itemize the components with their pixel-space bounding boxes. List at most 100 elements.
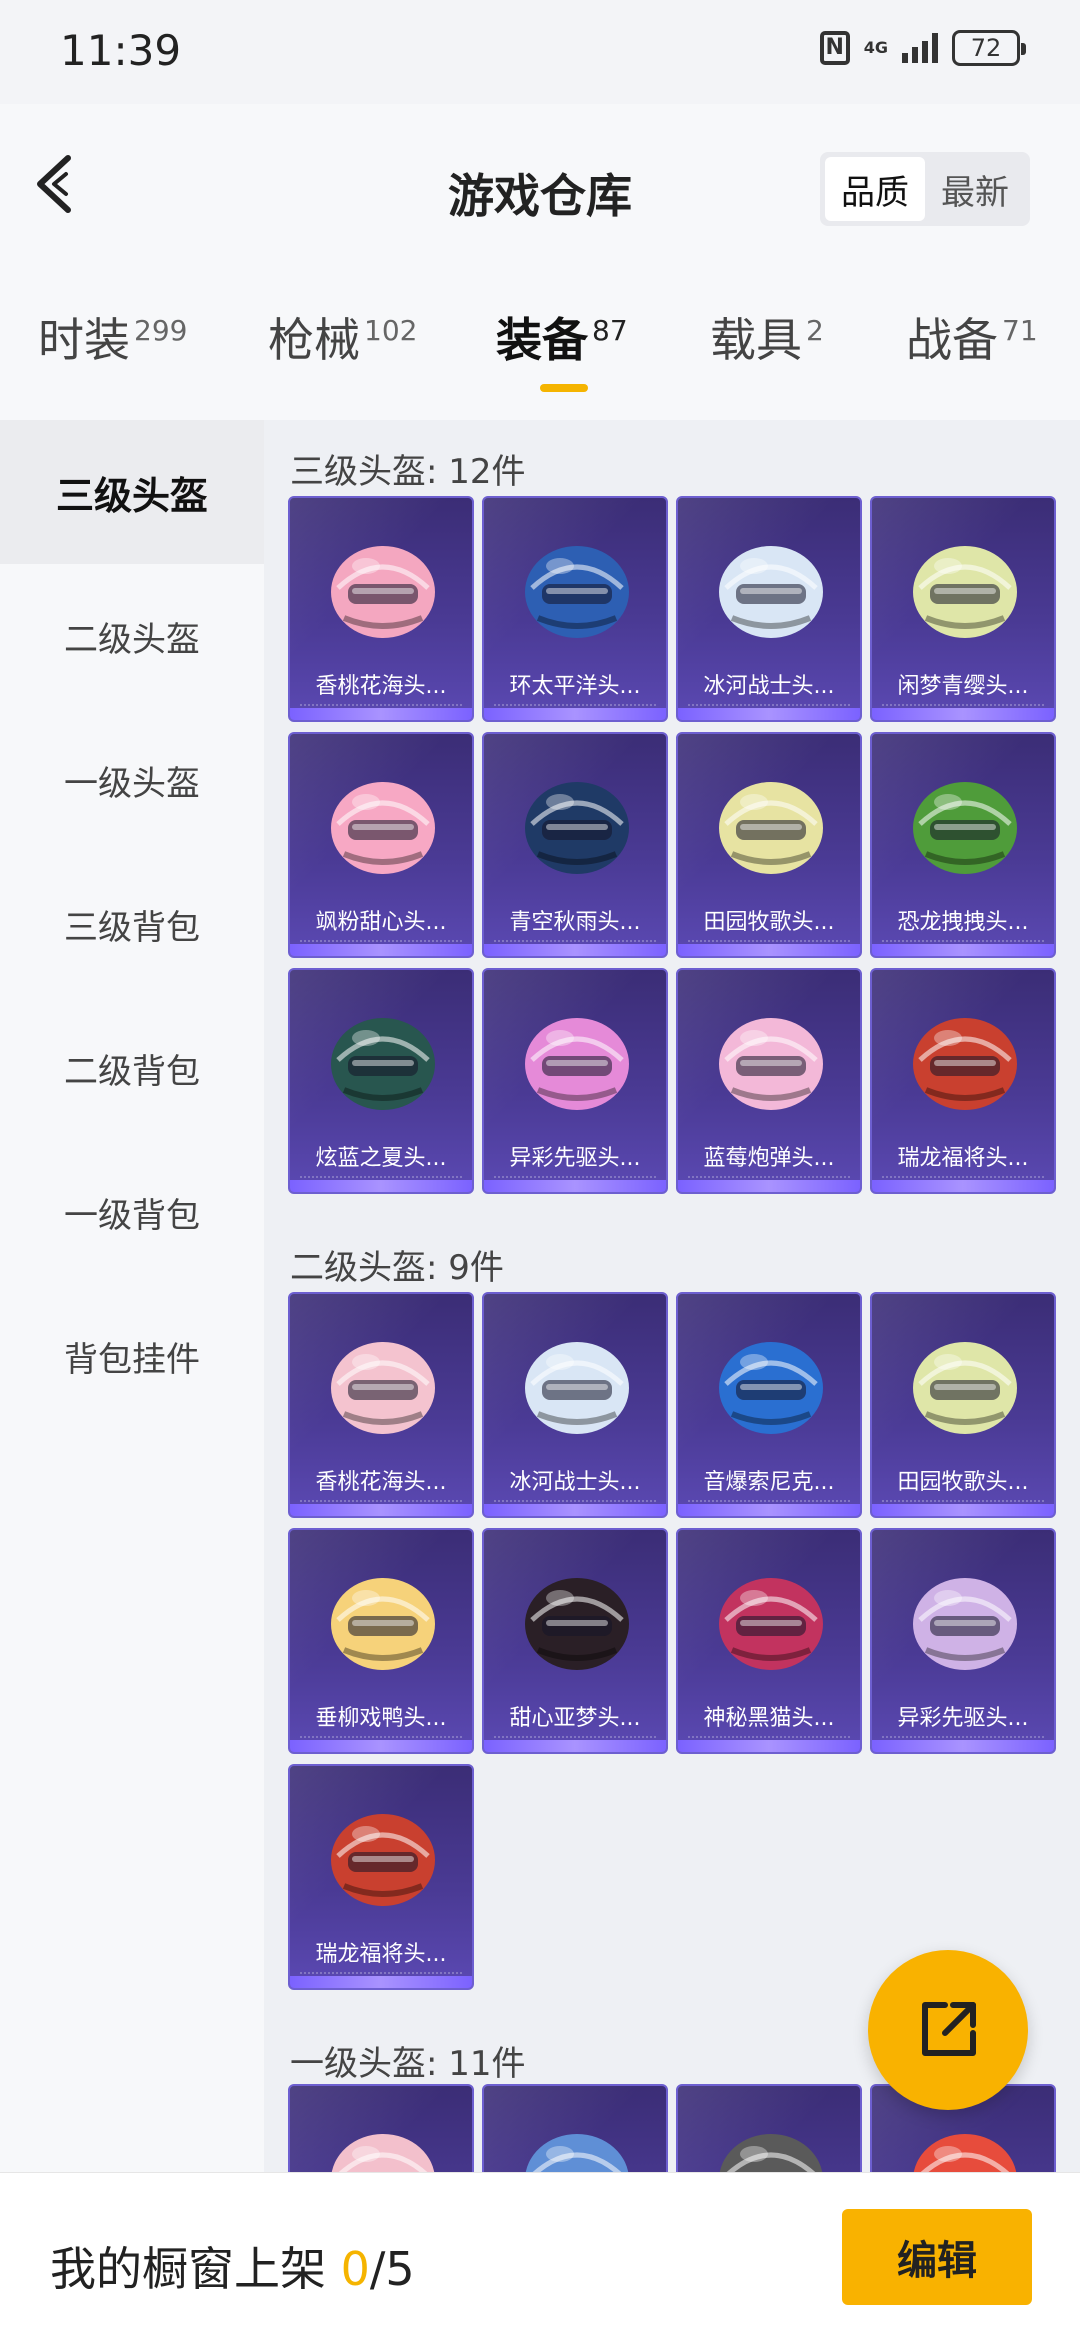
card-divider: [300, 1736, 462, 1738]
item-card[interactable]: 田园牧歌头...: [870, 1292, 1056, 1518]
tab-fashion[interactable]: 时装 299: [38, 304, 187, 370]
quality-bar: [678, 1180, 860, 1192]
tab-label: 载具: [710, 313, 802, 367]
item-card[interactable]: 蓝莓炮弹头...: [676, 968, 862, 1194]
quality-bar: [484, 1504, 666, 1516]
item-name: 瑞龙福将头...: [897, 1146, 1029, 1171]
helmet-icon: [331, 1018, 435, 1110]
tab-supplies[interactable]: 战备 71: [906, 304, 1038, 370]
helmet-icon: [525, 1018, 629, 1110]
card-divider: [882, 1176, 1044, 1178]
helmet-icon: [913, 1342, 1017, 1434]
tab-count: 2: [806, 314, 824, 347]
nfc-icon: N: [819, 31, 850, 65]
item-card[interactable]: 田园牧歌头...: [676, 732, 862, 958]
item-card[interactable]: 冰河战士头...: [676, 496, 862, 722]
quality-bar: [290, 1504, 472, 1516]
sort-quality-button[interactable]: 品质: [825, 157, 925, 221]
card-divider: [494, 940, 656, 942]
quality-bar: [678, 1504, 860, 1516]
quality-bar: [872, 944, 1054, 956]
sidebar-item-backpack-charm[interactable]: 背包挂件: [0, 1284, 264, 1428]
battery-level: 72: [970, 34, 1002, 62]
item-card[interactable]: [482, 2084, 668, 2172]
item-card[interactable]: [288, 2084, 474, 2172]
item-card[interactable]: 恐龙拽拽头...: [870, 732, 1056, 958]
quality-bar: [678, 944, 860, 956]
item-card[interactable]: 瑞龙福将头...: [870, 968, 1056, 1194]
tab-vehicles[interactable]: 载具 2: [710, 304, 824, 370]
card-divider: [688, 704, 850, 706]
tab-equipment[interactable]: 装备 87: [496, 304, 628, 370]
item-name: 恐龙拽拽头...: [897, 910, 1029, 935]
item-card[interactable]: 青空秋雨头...: [482, 732, 668, 958]
sidebar-item-helmet-lv2[interactable]: 二级头盔: [0, 564, 264, 708]
card-divider: [688, 1736, 850, 1738]
sidebar-item-helmet-lv3[interactable]: 三级头盔: [0, 420, 264, 564]
item-card[interactable]: 闲梦青缨头...: [870, 496, 1056, 722]
helmet-icon: [719, 1342, 823, 1434]
helmet-icon: [913, 1578, 1017, 1670]
card-divider: [300, 704, 462, 706]
section-title: 三级头盔: 12件: [290, 452, 526, 492]
status-bar: 11:39 N 4G 72: [0, 0, 1080, 104]
card-divider: [300, 940, 462, 942]
showcase-label: 我的橱窗上架: [50, 2242, 326, 2296]
sort-latest-button[interactable]: 最新: [925, 157, 1025, 221]
item-name: 田园牧歌头...: [897, 1470, 1029, 1495]
item-card[interactable]: 音爆索尼克...: [676, 1292, 862, 1518]
item-name: 香桃花海头...: [315, 1470, 447, 1495]
item-card[interactable]: 异彩先驱头...: [482, 968, 668, 1194]
item-card[interactable]: 香桃花海头...: [288, 1292, 474, 1518]
tab-guns[interactable]: 枪械 102: [268, 304, 417, 370]
card-divider: [882, 940, 1044, 942]
helmet-icon: [913, 2134, 1017, 2172]
quality-bar: [678, 708, 860, 720]
status-time: 11:39: [60, 26, 182, 75]
card-divider: [494, 704, 656, 706]
sidebar-item-backpack-lv2[interactable]: 二级背包: [0, 996, 264, 1140]
card-divider: [882, 704, 1044, 706]
quality-bar: [290, 944, 472, 956]
item-name: 环太平洋头...: [509, 674, 641, 699]
item-card[interactable]: 香桃花海头...: [288, 496, 474, 722]
card-divider: [882, 1500, 1044, 1502]
sidebar-item-backpack-lv1[interactable]: 一级背包: [0, 1140, 264, 1284]
sort-toggle: 品质 最新: [820, 152, 1030, 226]
item-card[interactable]: 垂柳戏鸭头...: [288, 1528, 474, 1754]
item-card[interactable]: 瑞龙福将头...: [288, 1764, 474, 1990]
showcase-total: /5: [369, 2242, 415, 2296]
showcase-status: 我的橱窗上架 0/5: [50, 2233, 415, 2299]
item-card[interactable]: 冰河战士头...: [482, 1292, 668, 1518]
helmet-icon: [331, 1342, 435, 1434]
item-card[interactable]: 异彩先驱头...: [870, 1528, 1056, 1754]
item-card[interactable]: 炫蓝之夏头...: [288, 968, 474, 1194]
item-name: 青空秋雨头...: [509, 910, 641, 935]
header: 游戏仓库 品质 最新 时装 299 枪械 102 装备 87 载具 2 战备 71: [0, 104, 1080, 420]
helmet-icon: [331, 1814, 435, 1906]
card-divider: [494, 1736, 656, 1738]
sidebar-item-backpack-lv3[interactable]: 三级背包: [0, 852, 264, 996]
section-title: 一级头盔: 11件: [290, 2044, 526, 2084]
item-name: 蓝莓炮弹头...: [703, 1146, 835, 1171]
sidebar-item-helmet-lv1[interactable]: 一级头盔: [0, 708, 264, 852]
tab-count: 299: [134, 314, 188, 347]
tab-label: 枪械: [268, 313, 360, 367]
item-grid: 三级头盔: 12件 二级头盔: 9件 一级头盔: 11件 香桃花海头... 环太平…: [264, 420, 1080, 2172]
item-name: 神秘黑猫头...: [703, 1706, 835, 1731]
item-card[interactable]: 神秘黑猫头...: [676, 1528, 862, 1754]
quality-bar: [872, 1180, 1054, 1192]
edit-button[interactable]: 编辑: [842, 2209, 1032, 2305]
item-card[interactable]: 飒粉甜心头...: [288, 732, 474, 958]
item-name: 异彩先驱头...: [509, 1146, 641, 1171]
item-card[interactable]: [676, 2084, 862, 2172]
quality-bar: [484, 1740, 666, 1752]
quality-bar: [484, 708, 666, 720]
card-divider: [494, 1500, 656, 1502]
quality-bar: [290, 1976, 472, 1988]
share-button[interactable]: [868, 1950, 1028, 2110]
item-card[interactable]: 环太平洋头...: [482, 496, 668, 722]
quality-bar: [678, 1740, 860, 1752]
item-card[interactable]: 甜心亚梦头...: [482, 1528, 668, 1754]
signal-icon: [902, 33, 938, 63]
